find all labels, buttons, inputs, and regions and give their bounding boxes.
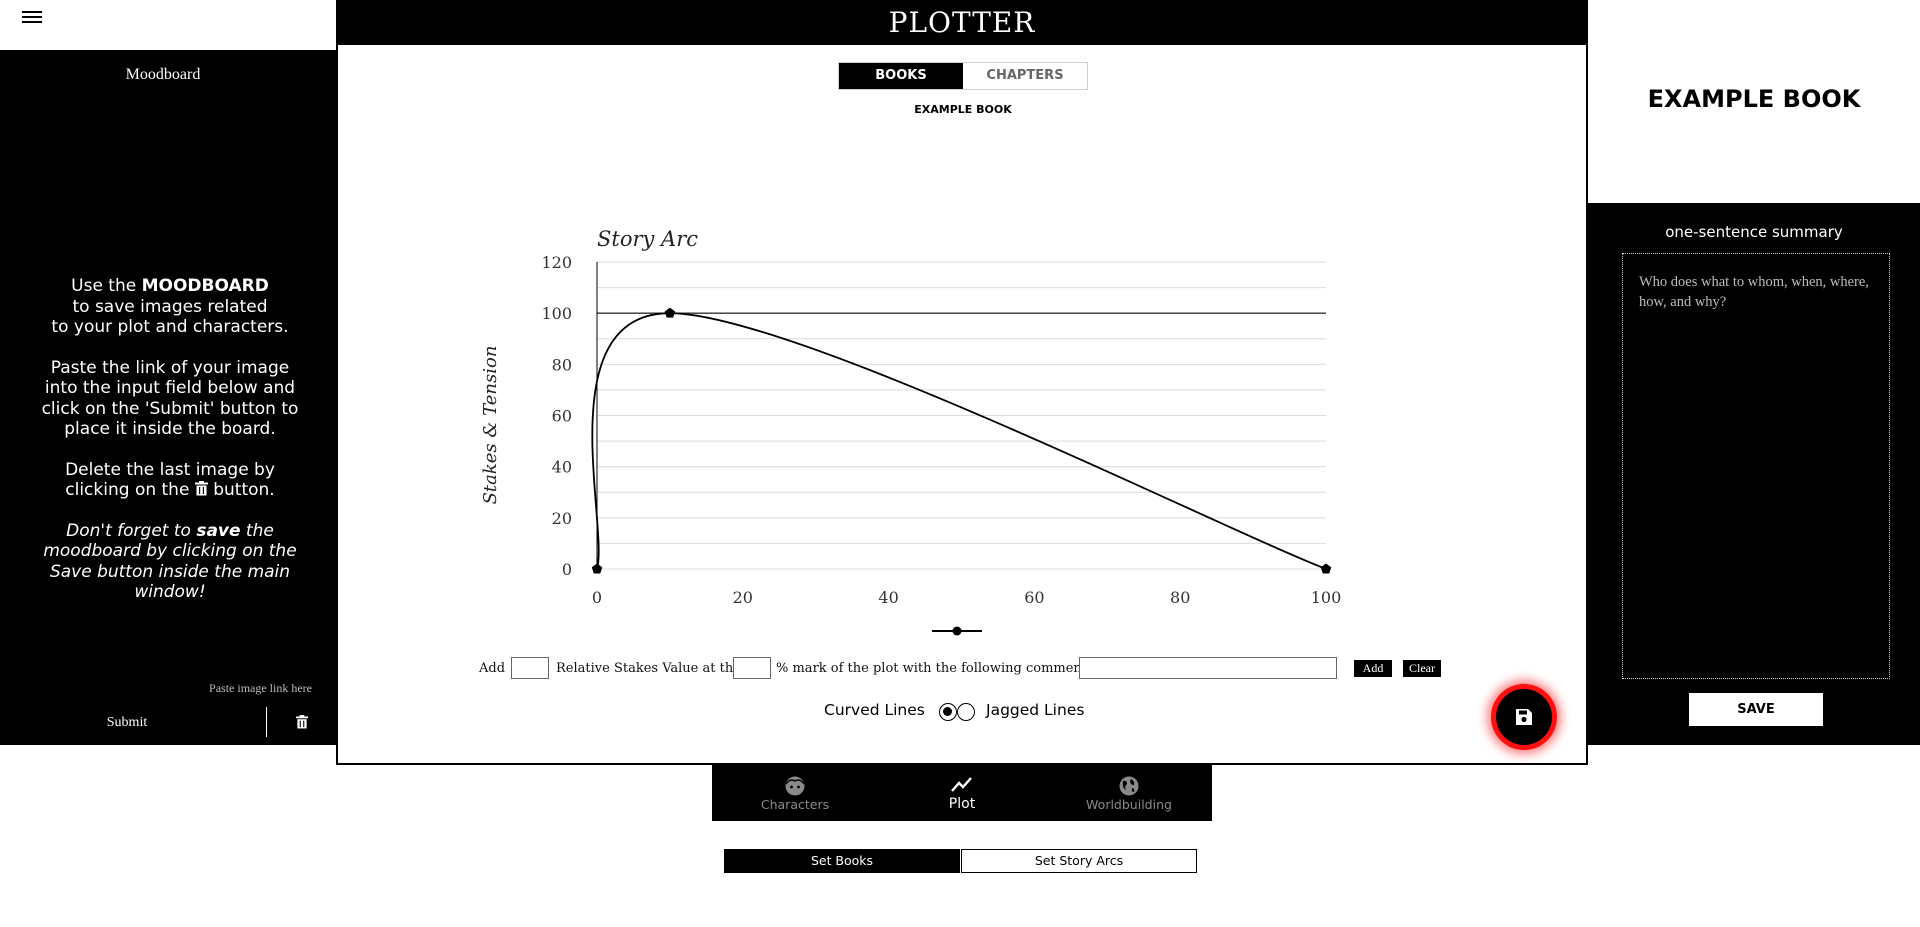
main-window: BOOKS CHAPTERS EXAMPLE BOOK Story Arc St…	[336, 45, 1588, 765]
nav-item-worldbuilding[interactable]: Worldbuilding	[1046, 765, 1212, 821]
submit-button[interactable]: Submit	[60, 711, 194, 735]
add-label: Add	[479, 661, 506, 676]
x-tick-label: 0	[592, 588, 602, 607]
save-button[interactable]: SAVE	[1689, 693, 1823, 726]
set-story-arcs-tab[interactable]: Set Story Arcs	[961, 849, 1197, 873]
moodboard-title: Moodboard	[125, 66, 201, 83]
curved-lines-label: Curved Lines	[824, 701, 925, 719]
y-axis-label: Stakes & Tension	[480, 346, 501, 505]
story-arc-chart: Story Arc Stakes & Tension 0 20 40 60 80 100 1…	[480, 227, 1342, 636]
clear-button[interactable]: Clear	[1403, 660, 1441, 677]
jagged-lines-label: Jagged Lines	[986, 701, 1085, 719]
chart-title: Story Arc	[597, 227, 698, 251]
summary-panel: one-sentence summary SAVE	[1588, 203, 1920, 745]
legend-marker	[932, 626, 982, 636]
set-books-tab[interactable]: Set Books	[724, 849, 960, 873]
comment-input[interactable]	[1079, 657, 1337, 679]
nav-item-plot[interactable]: Plot	[879, 765, 1045, 821]
stakes-label: Relative Stakes Value at the	[556, 661, 741, 676]
summary-textarea[interactable]	[1622, 253, 1890, 679]
x-tick-label: 100	[1311, 588, 1342, 607]
x-tick-label: 20	[733, 588, 753, 607]
book-title: EXAMPLE BOOK	[1647, 85, 1861, 113]
x-tick-label: 40	[878, 588, 898, 607]
divider	[266, 707, 267, 737]
mark-label: % mark of the plot with the following co…	[776, 661, 1092, 676]
jagged-lines-radio[interactable]	[957, 703, 975, 721]
y-tick-label: 120	[541, 253, 572, 272]
y-tick-label: 0	[562, 560, 572, 579]
app-title: PLOTTER	[336, 0, 1588, 45]
save-floating-button[interactable]	[1491, 684, 1557, 750]
moodboard-panel: Moodboard Use the MOODBOARD to save imag…	[0, 50, 336, 745]
trash-icon	[296, 714, 308, 728]
x-tick-label: 60	[1024, 588, 1044, 607]
nav-item-characters[interactable]: Characters	[712, 765, 878, 821]
y-tick-label: 20	[552, 509, 572, 528]
data-point[interactable]	[1320, 563, 1332, 574]
summary-label: one-sentence summary	[1665, 223, 1843, 241]
x-tick-label: 80	[1170, 588, 1190, 607]
add-stakes-form: Add Relative Stakes Value at the % mark …	[479, 657, 1479, 683]
data-point[interactable]	[664, 307, 676, 318]
floppy-disk-icon	[1516, 709, 1532, 725]
plot-mark-input[interactable]	[733, 657, 771, 679]
y-tick-label: 40	[552, 458, 572, 477]
set-tabs: Set Books Set Story Arcs	[724, 849, 1197, 873]
trash-icon	[194, 481, 208, 496]
globe-icon	[1119, 776, 1139, 796]
bottom-navigation: Characters Plot Worldbuilding	[712, 765, 1212, 821]
y-tick-label: 60	[552, 407, 572, 426]
stakes-value-input[interactable]	[511, 657, 549, 679]
moodboard-instructions: Use the MOODBOARD to save images related…	[41, 276, 299, 602]
data-point[interactable]	[591, 563, 603, 574]
face-icon	[785, 776, 805, 796]
delete-image-button[interactable]	[290, 713, 314, 733]
image-link-input[interactable]	[30, 678, 312, 698]
trending-line-icon	[951, 777, 972, 792]
hamburger-menu-icon[interactable]	[20, 8, 44, 30]
add-point-button[interactable]: Add	[1354, 660, 1392, 677]
line-style-toggle: Curved Lines Jagged Lines	[824, 698, 1124, 724]
y-tick-label: 80	[552, 355, 572, 374]
y-tick-label: 100	[541, 304, 572, 323]
curved-lines-radio[interactable]	[939, 703, 957, 721]
